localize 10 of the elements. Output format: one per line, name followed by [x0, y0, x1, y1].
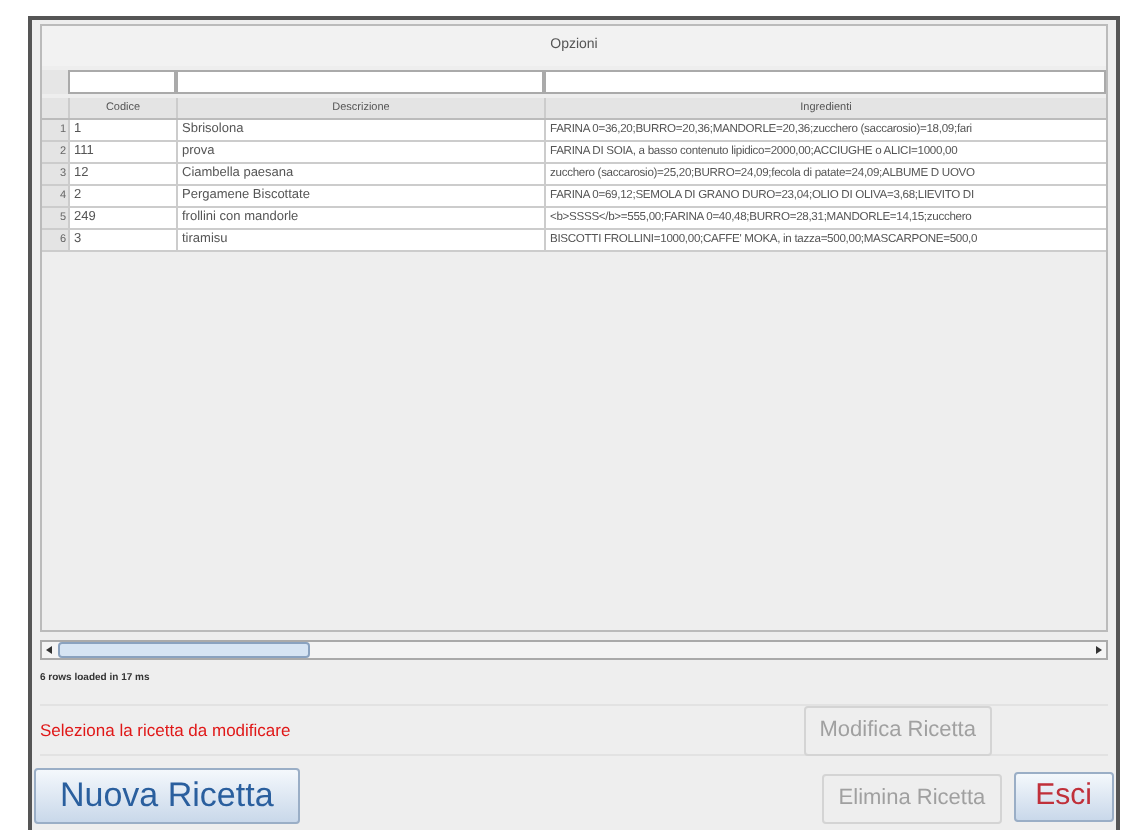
- button[interactable]: Nuova Ricetta: [34, 768, 300, 824]
- scrollbar-thumb[interactable]: [58, 642, 310, 658]
- filter-field[interactable]: [176, 70, 544, 94]
- scroll-right-icon[interactable]: [1090, 642, 1106, 658]
- horizontal-scrollbar[interactable]: [40, 640, 1108, 660]
- filter-field[interactable]: [68, 70, 176, 94]
- button[interactable]: Esci: [1013, 772, 1114, 822]
- scroll-left-icon[interactable]: [42, 642, 58, 658]
- filter-field[interactable]: [544, 70, 1106, 94]
- status-message: Seleziona la ricetta da modificare: [40, 717, 291, 743]
